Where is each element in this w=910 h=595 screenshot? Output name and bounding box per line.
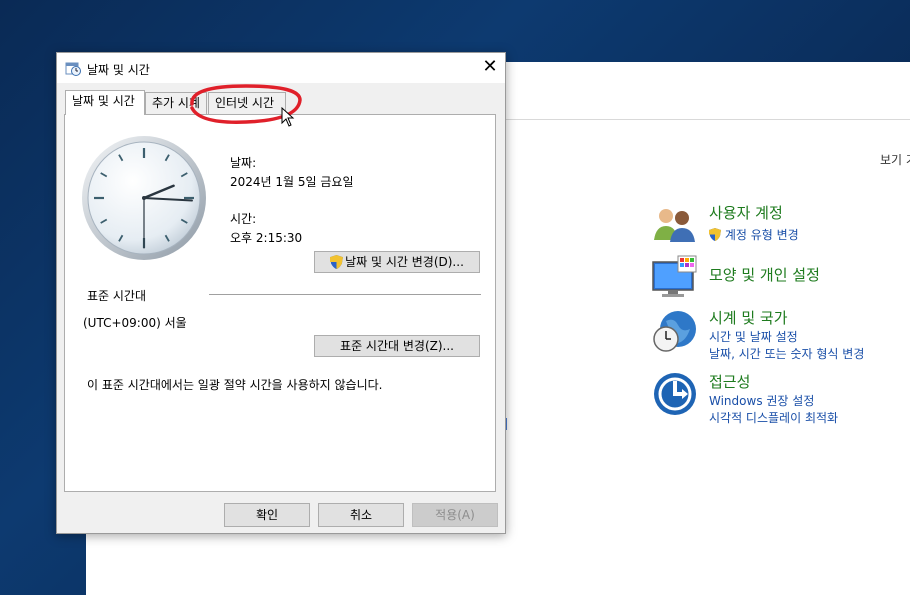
tab-internet-time[interactable]: 인터넷 시간: [208, 92, 286, 114]
dialog-title: 날짜 및 시간: [87, 63, 150, 77]
button-label: 날짜 및 시간 변경(D)...: [345, 255, 464, 269]
optimize-display-link[interactable]: 시각적 디스플레이 최적화: [709, 409, 838, 426]
section-divider: [209, 294, 481, 295]
analog-clock: [82, 136, 206, 260]
link-label[interactable]: 계정 유형 변경: [725, 228, 799, 242]
close-button[interactable]: ✕: [475, 53, 505, 83]
apply-button[interactable]: 적용(A): [412, 503, 498, 527]
change-timezone-button[interactable]: 표준 시간대 변경(Z)...: [314, 335, 480, 357]
category-title[interactable]: 시계 및 국가: [709, 307, 788, 328]
timezone-value: (UTC+09:00) 서울: [83, 316, 187, 330]
date-time-icon: [65, 62, 81, 76]
time-label: 시간:: [230, 212, 257, 226]
category-title[interactable]: 모양 및 개인 설정: [709, 264, 820, 285]
globe-clock-icon: [653, 311, 696, 352]
change-date-time-button[interactable]: 날짜 및 시간 변경(D)...: [314, 251, 480, 273]
view-by-label[interactable]: 보기 기: [880, 151, 910, 168]
ok-button[interactable]: 확인: [224, 503, 310, 527]
close-icon: ✕: [482, 56, 498, 77]
timezone-section-title: 표준 시간대: [87, 289, 147, 303]
tab-date-time[interactable]: 날짜 및 시간: [65, 90, 145, 115]
accessibility-icon: [654, 373, 696, 415]
monitor-palette-icon: [652, 255, 697, 297]
set-time-date-link[interactable]: 시간 및 날짜 설정: [709, 328, 798, 345]
title-bar[interactable]: 날짜 및 시간 ✕: [57, 53, 505, 83]
tab-panel: 날짜: 2024년 1월 5일 금요일 시간: 오후 2:15:30 날짜 및 …: [64, 114, 496, 492]
change-account-type-link[interactable]: 계정 유형 변경: [709, 226, 799, 243]
category-title[interactable]: 사용자 계정: [709, 202, 783, 223]
windows-recommended-link[interactable]: Windows 권장 설정: [709, 392, 814, 409]
control-panel-divider: [506, 119, 910, 120]
dst-note: 이 표준 시간대에서는 일광 절약 시간을 사용하지 않습니다.: [87, 378, 383, 392]
date-label: 날짜:: [230, 156, 257, 170]
category-title[interactable]: 접근성: [709, 371, 750, 392]
change-format-link[interactable]: 날짜, 시간 또는 숫자 형식 변경: [709, 345, 864, 362]
shield-icon: [330, 255, 344, 269]
mouse-cursor-icon: [281, 107, 295, 127]
cancel-button[interactable]: 취소: [318, 503, 404, 527]
shield-icon: [709, 228, 721, 241]
date-value: 2024년 1월 5일 금요일: [230, 175, 354, 189]
users-icon: [654, 209, 695, 242]
time-value: 오후 2:15:30: [230, 231, 303, 245]
tab-additional-clocks[interactable]: 추가 시계: [145, 92, 207, 114]
